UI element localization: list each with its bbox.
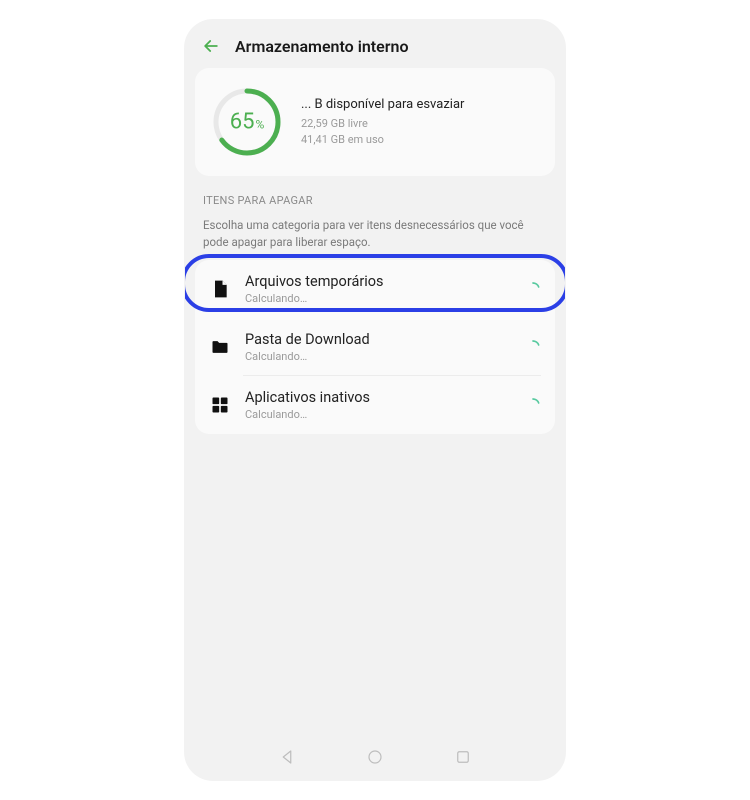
content-area: 65% ... B disponível para esvaziar 22,59…: [185, 68, 565, 734]
storage-info-block: ... B disponível para esvaziar 22,59 GB …: [301, 97, 539, 147]
loading-spinner-icon: [525, 339, 541, 355]
items-list-card: Arquivos temporários Calculando… Pasta d…: [195, 260, 555, 434]
item-title: Aplicativos inativos: [245, 389, 511, 406]
storage-summary-card[interactable]: 65% ... B disponível para esvaziar 22,59…: [195, 68, 555, 176]
storage-available-label: ... B disponível para esvaziar: [301, 97, 539, 112]
item-body: Arquivos temporários Calculando…: [245, 273, 511, 305]
item-body: Pasta de Download Calculando…: [245, 331, 511, 363]
item-subtitle: Calculando…: [245, 350, 511, 363]
list-item-inactive-apps[interactable]: Aplicativos inativos Calculando…: [195, 376, 555, 434]
storage-percent-label: 65%: [230, 110, 265, 135]
item-body: Aplicativos inativos Calculando…: [245, 389, 511, 421]
nav-home-button[interactable]: [366, 748, 384, 766]
page-title: Armazenamento interno: [235, 37, 409, 56]
android-nav-bar: [185, 734, 565, 780]
list-item-download-folder[interactable]: Pasta de Download Calculando…: [195, 318, 555, 376]
phone-frame: Armazenamento interno 65% ... B disponív…: [185, 20, 565, 780]
circle-home-icon: [366, 748, 384, 766]
nav-back-button[interactable]: [278, 748, 296, 766]
back-arrow-button[interactable]: [201, 36, 221, 56]
apps-grid-icon: [209, 394, 231, 416]
nav-recents-button[interactable]: [454, 748, 472, 766]
file-icon: [209, 278, 231, 300]
loading-spinner-icon: [525, 397, 541, 413]
section-description: Escolha uma categoria para ver itens des…: [195, 215, 555, 260]
storage-percent-number: 65: [230, 110, 255, 135]
list-item-temp-files[interactable]: Arquivos temporários Calculando…: [195, 260, 555, 318]
triangle-back-icon: [278, 748, 296, 766]
item-subtitle: Calculando…: [245, 408, 511, 421]
item-title: Pasta de Download: [245, 331, 511, 348]
loading-spinner-icon: [525, 281, 541, 297]
list-item-wrap-0: Arquivos temporários Calculando…: [195, 260, 555, 318]
item-subtitle: Calculando…: [245, 292, 511, 305]
storage-free-label: 22,59 GB livre: [301, 116, 539, 131]
arrow-left-icon: [201, 36, 221, 56]
section-label: ITENS PARA APAGAR: [195, 176, 555, 215]
square-recents-icon: [454, 748, 472, 766]
item-title: Arquivos temporários: [245, 273, 511, 290]
folder-icon: [209, 336, 231, 358]
outer-frame: Armazenamento interno 65% ... B disponív…: [0, 0, 750, 800]
storage-progress-ring: 65%: [211, 86, 283, 158]
storage-used-label: 41,41 GB em uso: [301, 132, 539, 147]
storage-percent-symbol: %: [255, 118, 264, 132]
header-bar: Armazenamento interno: [185, 20, 565, 68]
